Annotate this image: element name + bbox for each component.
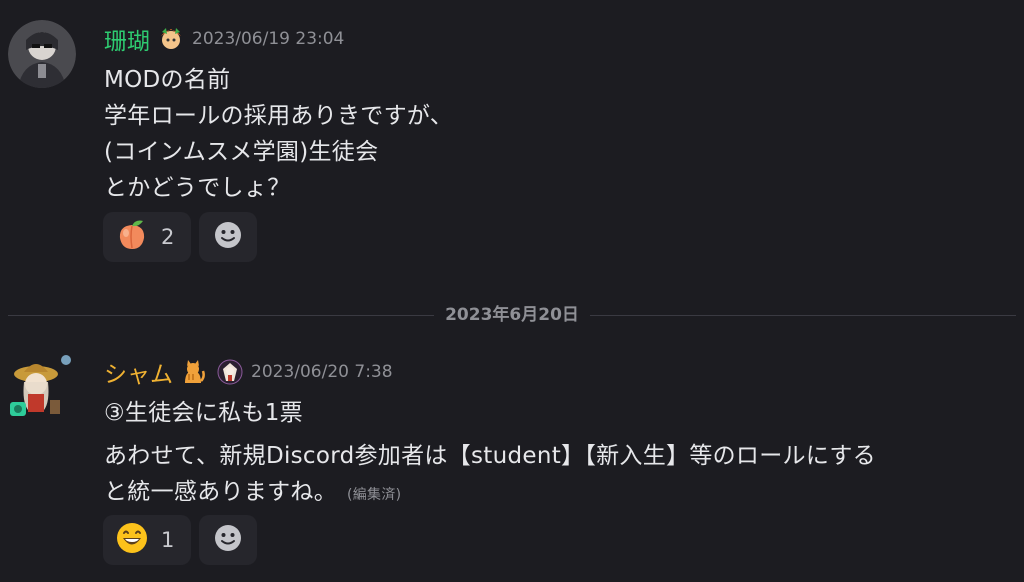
smiley-icon: [213, 523, 243, 557]
reaction-count: 2: [161, 225, 175, 249]
reaction-peach[interactable]: 2: [103, 212, 191, 262]
grinning-face-icon: [115, 521, 149, 559]
message-line: あわせて、新規Discord参加者は【student】【新入生】等のロールにする: [104, 443, 876, 469]
add-reaction-button[interactable]: [199, 515, 257, 565]
message-header: シャム 2023/06/20 7:38: [104, 355, 393, 389]
smiley-icon: [213, 220, 243, 254]
username[interactable]: 珊瑚: [104, 22, 150, 56]
reaction-count: 1: [161, 528, 175, 552]
message-line-last: と統一感ありますね。 (編集済): [104, 472, 401, 506]
message-header: 珊瑚 2023/06/19 23:04: [104, 22, 344, 56]
role-badge-icon[interactable]: [217, 359, 243, 385]
message-text: と統一感ありますね。: [104, 479, 337, 505]
message-line: (コインムスメ学園)生徒会: [104, 139, 379, 165]
peach-icon: [115, 218, 149, 256]
date-divider-label: 2023年6月20日: [434, 303, 590, 327]
avatar[interactable]: [6, 352, 76, 422]
edited-label[interactable]: (編集済): [347, 484, 401, 504]
message-line: MODの名前: [104, 67, 231, 93]
message-line: とかどうでしょ？: [104, 175, 291, 201]
add-reaction-button[interactable]: [199, 212, 257, 262]
role-badge-icon[interactable]: [158, 26, 184, 52]
timestamp[interactable]: 2023/06/19 23:04: [192, 29, 344, 49]
avatar[interactable]: [8, 20, 76, 88]
message-line: 学年ロールの採用ありきですが、: [104, 103, 454, 129]
cat-icon: [181, 359, 205, 385]
reaction-grinning[interactable]: 1: [103, 515, 191, 565]
username[interactable]: シャム: [104, 355, 173, 389]
message-line: ③生徒会に私も1票: [104, 400, 303, 426]
timestamp[interactable]: 2023/06/20 7:38: [251, 362, 393, 382]
